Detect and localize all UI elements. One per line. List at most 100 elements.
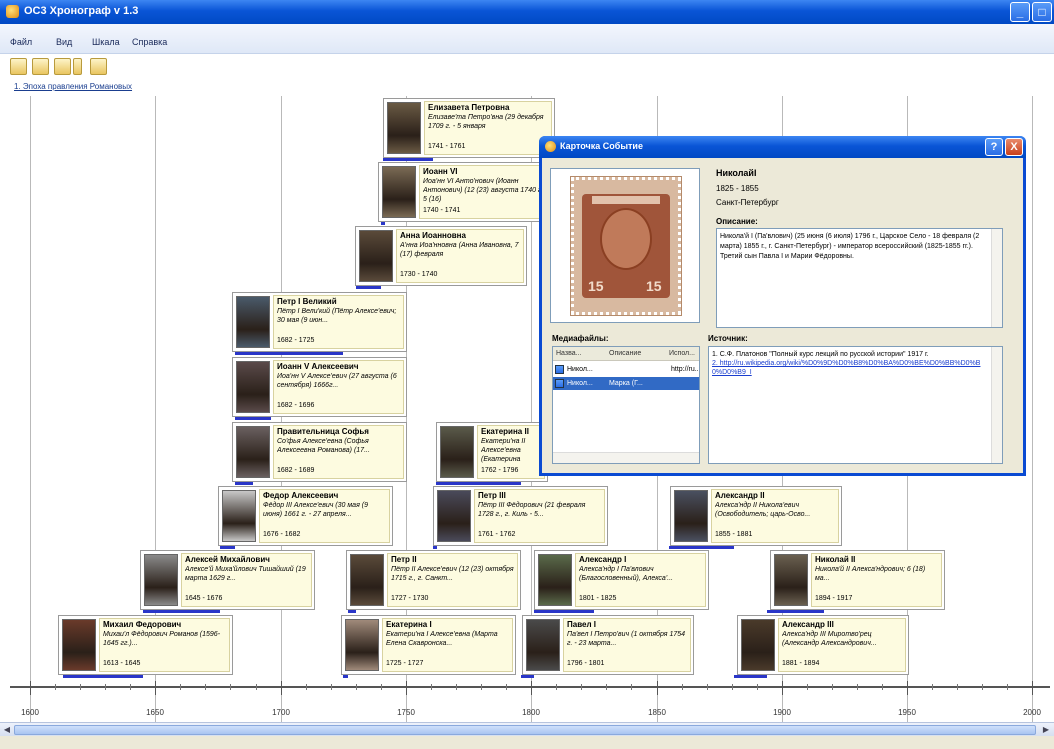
card-description: Пётр II Алексе'евич (12 (23) октября 171…: [391, 566, 514, 582]
card-info: Петр III Пётр III Фёдорович (21 февраля 1…: [474, 489, 605, 543]
event-card-dialog: Карточка Событие ? X 15 15 НиколайI 1825…: [539, 136, 1026, 476]
reign-span-bar: [669, 546, 734, 549]
card-info: Александр I Алекса'ндр I Па'влович (Благо…: [575, 553, 706, 607]
sources-field[interactable]: 1. С.Ф. Платонов "Полный курс лекций по …: [708, 346, 1003, 464]
reign-span-bar: [348, 610, 356, 613]
ruler-card[interactable]: Елизавета Петровна Елизаве'та Петро'вна (…: [383, 98, 555, 158]
horizontal-scrollbar[interactable]: ◀ ▶: [0, 722, 1054, 736]
card-description: Михаи'л Фёдорович Романов (1596-1645 гг.…: [103, 631, 221, 647]
media-scrollbar[interactable]: [553, 452, 699, 463]
axis-minor-tick: [882, 684, 883, 690]
axis-minor-tick: [682, 684, 683, 690]
menu-help[interactable]: Справка: [132, 37, 167, 47]
media-col-desc[interactable]: Описание: [609, 350, 641, 357]
stamp-value-right: 15: [646, 278, 662, 294]
ruler-card[interactable]: Павел I Па'вел I Петро'вич (1 октября 175…: [522, 615, 694, 675]
ruler-card[interactable]: Федор Алексеевич Фёдор III Алексе'евич (3…: [218, 486, 393, 546]
ruler-card[interactable]: Петр III Пётр III Фёдорович (21 февраля 1…: [433, 486, 608, 546]
axis-label: 1650: [146, 708, 164, 717]
axis-minor-tick: [957, 684, 958, 690]
reign-span-bar: [356, 286, 381, 289]
card-years: 1682 - 1689: [277, 467, 315, 474]
axis-tick: [657, 681, 658, 695]
ruler-card[interactable]: Петр II Пётр II Алексе'евич (12 (23) октя…: [346, 550, 521, 610]
portrait-image: [538, 554, 572, 606]
ruler-card[interactable]: Иоанн V Алексеевич Иоа'нн V Алексе'евич (…: [232, 357, 407, 417]
card-description: Екатери'на I Алексе'евна (Марта Елена Ск…: [386, 631, 498, 647]
axis-label: 1600: [21, 708, 39, 717]
description-scrollbar[interactable]: [991, 229, 1002, 327]
minimize-button[interactable]: _: [1010, 2, 1030, 22]
ruler-card[interactable]: Михаил Федорович Михаи'л Фёдорович Романо…: [58, 615, 233, 675]
menu-file[interactable]: Файл: [10, 37, 32, 47]
media-row-selected[interactable]: Никол... Марка (Г...: [553, 377, 699, 390]
toolbar: [4, 58, 124, 78]
portrait-image: [382, 166, 416, 218]
sources-scrollbar[interactable]: [991, 347, 1002, 463]
open-icon[interactable]: [10, 58, 27, 75]
dialog-titlebar[interactable]: Карточка Событие ? X: [539, 136, 1026, 158]
source-link[interactable]: 2. http://ru.wikipedia.org/wiki/%D0%9D%D…: [712, 359, 988, 377]
card-years: 1761 - 1762: [478, 531, 516, 538]
ruler-card[interactable]: Николай II Никола'й II Алекса'ндрович; 6 …: [770, 550, 945, 610]
ruler-card[interactable]: Александр III Алекса'ндр III Миротво'рец …: [737, 615, 909, 675]
save-icon[interactable]: [32, 58, 49, 75]
scroll-thumb[interactable]: [14, 725, 1036, 735]
menu-view[interactable]: Вид: [56, 37, 72, 47]
description-field[interactable]: Никола'й I (Па'влович) (25 июня (6 июля)…: [716, 228, 1003, 328]
card-name: Иоанн V Алексеевич: [277, 362, 359, 371]
print-icon[interactable]: [90, 58, 107, 75]
card-years: 1676 - 1682: [263, 531, 301, 538]
menu-scale[interactable]: Шкала: [92, 37, 120, 47]
ruler-card[interactable]: Александр II Алекса'ндр II Никола'евич (О…: [670, 486, 842, 546]
card-years: 1894 - 1917: [815, 595, 853, 602]
portrait-image: [774, 554, 808, 606]
reign-span-bar: [734, 675, 767, 678]
ruler-card[interactable]: Александр I Алекса'ндр I Па'влович (Благо…: [534, 550, 709, 610]
ruler-card[interactable]: Екатерина I Екатери'на I Алексе'евна (Мар…: [341, 615, 516, 675]
card-info: Елизавета Петровна Елизаве'та Петро'вна (…: [424, 101, 552, 155]
card-name: Михаил Федорович: [103, 620, 182, 629]
axis-minor-tick: [356, 684, 357, 690]
axis-label: 1800: [522, 708, 540, 717]
add-icon[interactable]: [54, 58, 71, 75]
tab-romanov-era[interactable]: 1. Эпоха правления Романовых: [14, 82, 132, 91]
axis-label: 1950: [898, 708, 916, 717]
card-info: Федор Алексеевич Фёдор III Алексе'евич (3…: [259, 489, 390, 543]
axis-label: 1700: [272, 708, 290, 717]
axis-minor-tick: [130, 684, 131, 690]
portrait-image: [526, 619, 560, 671]
axis-label: 2000: [1023, 708, 1041, 717]
axis-tick: [531, 681, 532, 695]
media-col-name[interactable]: Назва...: [556, 350, 581, 357]
axis-minor-tick: [707, 684, 708, 690]
help-button[interactable]: ?: [985, 138, 1003, 156]
axis-tick: [30, 681, 31, 695]
card-description: Елизаве'та Петро'вна (29 декабря 1709 г.…: [428, 114, 544, 130]
card-info: Николай II Никола'й II Алекса'ндрович; 6 …: [811, 553, 942, 607]
scroll-right-icon[interactable]: ▶: [1040, 725, 1052, 735]
portrait-image: [236, 296, 270, 348]
ruler-card[interactable]: Иоанн VI Иоа'нн VI Анто'нович (Иоанн Анто…: [378, 162, 555, 222]
reign-span-bar: [521, 675, 534, 678]
axis-minor-tick: [606, 684, 607, 690]
card-years: 1682 - 1725: [277, 337, 315, 344]
ruler-card[interactable]: Петр I Великий Пётр I Вели'кий (Пётр Алек…: [232, 292, 407, 352]
media-col-source[interactable]: Испол...: [669, 350, 695, 357]
axis-minor-tick: [80, 684, 81, 690]
ruler-card[interactable]: Правительница Софья Со'фья Алексе'евна (С…: [232, 422, 407, 482]
media-row[interactable]: Никол... http://ru...: [553, 363, 699, 376]
ruler-card[interactable]: Алексей Михайлович Алексе'й Миха'йлович Т…: [140, 550, 315, 610]
ruler-card[interactable]: Екатерина II Екатери'на II Алексе'евна (Е…: [436, 422, 548, 482]
card-name: Петр III: [478, 491, 506, 500]
axis-tick: [406, 681, 407, 695]
close-button[interactable]: X: [1005, 138, 1023, 156]
ruler-card[interactable]: Анна Иоанновна А'нна Иоа'нновна (Анна Ива…: [355, 226, 527, 286]
axis-label: 1900: [773, 708, 791, 717]
dropdown-icon[interactable]: [73, 58, 82, 75]
card-name: Александр II: [715, 491, 765, 500]
scroll-left-icon[interactable]: ◀: [1, 725, 13, 735]
maximize-button[interactable]: □: [1032, 2, 1052, 22]
media-list[interactable]: Назва... Описание Испол... Никол... http…: [552, 346, 700, 464]
reign-span-bar: [235, 417, 271, 420]
